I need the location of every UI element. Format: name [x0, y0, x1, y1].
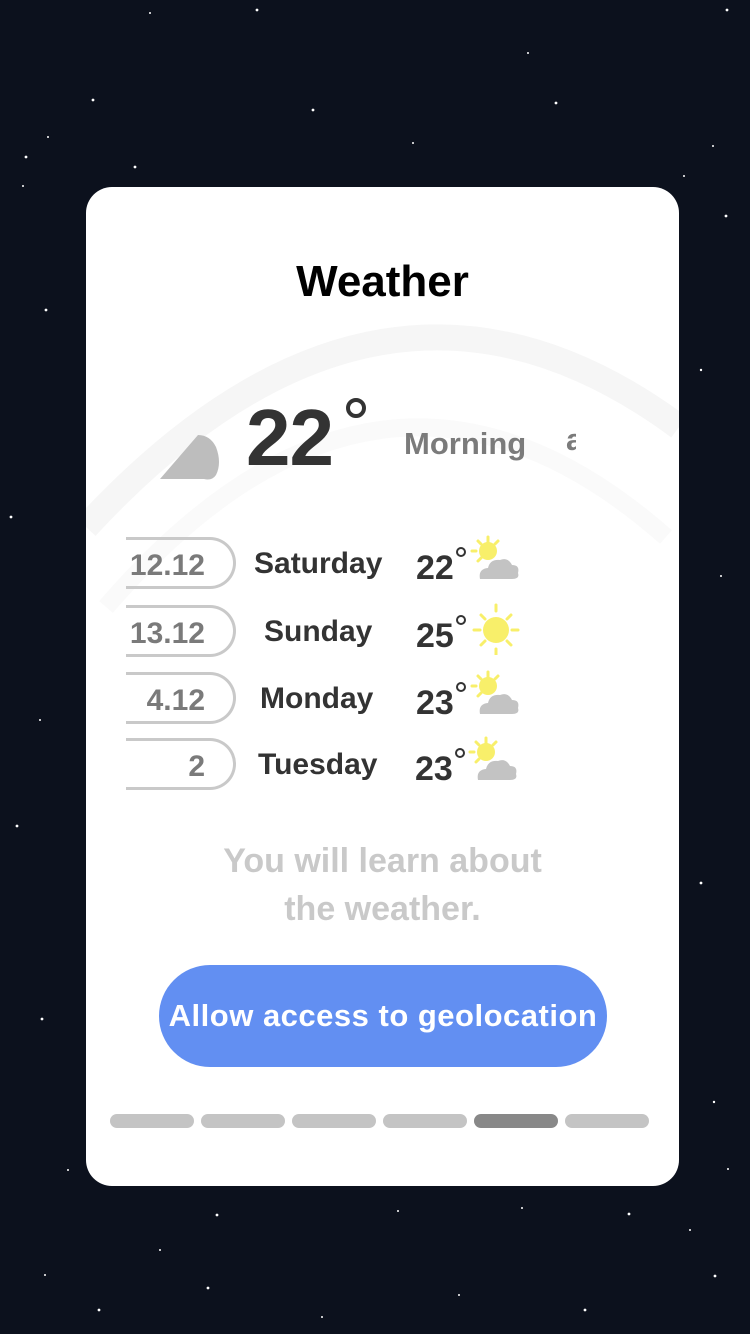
next-temperature-clipped — [626, 736, 679, 792]
degree-symbol — [346, 398, 366, 418]
next-temperature-clipped: 20 — [626, 670, 679, 726]
page-indicator-dot-active[interactable] — [474, 1114, 558, 1128]
moon-icon — [160, 435, 219, 480]
message-line-1: You will learn about — [223, 842, 542, 880]
date-label: 2 — [188, 750, 205, 783]
message-line-2: the weather. — [284, 890, 481, 928]
day-label: Tuesday — [258, 748, 378, 781]
page-indicator-dot[interactable] — [201, 1114, 285, 1128]
page-title: Weather — [296, 257, 469, 306]
page-indicator — [110, 1114, 650, 1128]
current-weather: 22 Morning a — [86, 392, 679, 482]
degree-symbol — [456, 547, 466, 557]
forecast-row: 4.12 Monday 23 20 — [86, 670, 679, 726]
moon-icon — [626, 619, 634, 649]
day-label: Monday — [260, 682, 374, 715]
current-temperature: 22 — [246, 393, 334, 482]
day-label: Saturday — [254, 547, 383, 580]
day-temperature: 22 — [416, 549, 454, 587]
forecast-row: 12.12 Saturday 22 19 — [86, 535, 679, 591]
moon-icon — [626, 547, 642, 587]
date-pill: 12.12 — [126, 537, 236, 589]
day-label: Sunday — [264, 615, 373, 648]
degree-symbol — [455, 748, 465, 758]
page-indicator-dot[interactable] — [383, 1114, 467, 1128]
forecast-list: 12.12 Saturday 22 19 — [86, 535, 679, 795]
date-pill: 13.12 — [126, 605, 236, 657]
next-temperature-clipped: 21 — [626, 603, 679, 659]
onboarding-card: Weather 22 Morning a 12.12 Saturday 22 1… — [86, 187, 679, 1186]
partly-sunny-icon — [470, 535, 519, 579]
day-temperature: 23 — [415, 750, 453, 788]
degree-symbol — [456, 682, 466, 692]
day-temperature: 23 — [416, 684, 454, 722]
next-temperature-clipped: 19 — [626, 535, 679, 591]
forecast-row: 13.12 Sunday 25 21 — [86, 603, 679, 659]
degree-symbol — [456, 615, 466, 625]
day-temperature: 25 — [416, 617, 454, 655]
onboarding-message: You will learn about the weather. — [86, 837, 679, 933]
date-label: 13.12 — [129, 617, 205, 650]
next-period-clipped: a — [566, 422, 576, 457]
current-period: Morning — [404, 426, 527, 461]
forecast-row: 2 Tuesday 23 — [86, 736, 679, 792]
page-indicator-dot[interactable] — [292, 1114, 376, 1128]
allow-geolocation-button[interactable]: Allow access to geolocation — [159, 965, 607, 1067]
date-pill: 4.12 — [126, 672, 236, 724]
page-indicator-dot[interactable] — [110, 1114, 194, 1128]
sun-icon — [472, 603, 520, 655]
date-pill: 2 — [126, 738, 236, 790]
partly-sunny-icon — [468, 736, 517, 780]
partly-sunny-icon — [470, 670, 519, 714]
date-label: 4.12 — [146, 684, 205, 717]
page-indicator-dot[interactable] — [565, 1114, 649, 1128]
date-label: 12.12 — [129, 549, 205, 582]
